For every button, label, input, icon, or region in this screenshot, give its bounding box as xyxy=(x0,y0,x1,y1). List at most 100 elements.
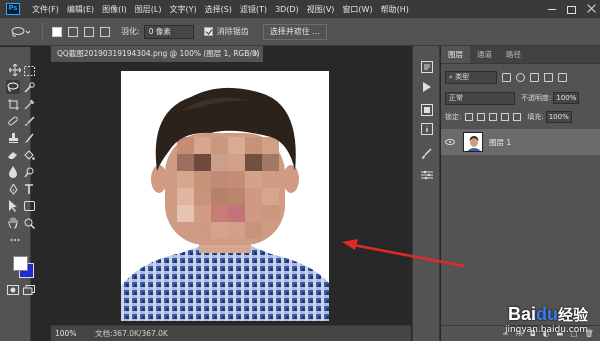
close-document-icon[interactable]: × xyxy=(253,46,259,62)
lock-image-pixels-icon[interactable] xyxy=(477,113,486,121)
tab-layers[interactable]: 图层 xyxy=(441,46,470,63)
tab-paths[interactable]: 路径 xyxy=(499,46,528,63)
eraser-tool-icon[interactable] xyxy=(6,148,20,162)
document-size-info[interactable]: 文档:367.0K/367.0K xyxy=(95,328,168,339)
divider xyxy=(42,22,43,41)
actions-panel-icon[interactable] xyxy=(420,80,434,94)
filter-pixel-icon[interactable] xyxy=(502,72,511,82)
pen-tool-icon[interactable] xyxy=(6,182,20,196)
brush-tool-icon[interactable] xyxy=(22,114,36,128)
quick-mask-icon[interactable] xyxy=(6,283,20,297)
visibility-eye-icon[interactable] xyxy=(445,139,455,145)
quick-selection-tool-icon[interactable] xyxy=(22,80,36,94)
foreground-color-swatch[interactable] xyxy=(13,256,28,271)
layer-kind-filter-select[interactable]: ⌕ 类型 xyxy=(445,70,497,84)
antialias-label: 消除锯齿 xyxy=(216,27,249,36)
lasso-tool-icon[interactable] xyxy=(6,80,20,94)
blur-tool-icon[interactable] xyxy=(6,165,20,179)
menu-type[interactable]: 文字(Y) xyxy=(165,4,200,15)
menu-layer[interactable]: 图层(L) xyxy=(131,4,166,15)
status-bar: 100% 文档:367.0K/367.0K xyxy=(51,325,411,341)
minimize-icon[interactable] xyxy=(547,4,557,14)
baidu-logo: Baidu经验 xyxy=(507,304,588,324)
healing-brush-tool-icon[interactable] xyxy=(6,114,20,128)
rectangle-tool-icon[interactable] xyxy=(22,199,36,213)
options-bar: 羽化: 0 像素 消除锯齿 选择并遮住 ... xyxy=(0,18,600,46)
lock-row: 锁定: 填充: 100% xyxy=(441,108,600,126)
subtract-from-selection-icon[interactable] xyxy=(84,26,94,37)
menu-select[interactable]: 选择(S) xyxy=(201,4,236,15)
layer-name[interactable]: 图层 1 xyxy=(489,137,511,148)
layer-thumbnail xyxy=(463,132,483,152)
document-image xyxy=(121,71,329,321)
new-selection-icon[interactable] xyxy=(52,26,62,37)
menu-image[interactable]: 图像(I) xyxy=(98,4,131,15)
move-tool-icon[interactable] xyxy=(8,63,22,77)
panel-tabs: 图层 通道 路径 xyxy=(441,46,600,64)
properties-panel-icon[interactable] xyxy=(420,103,434,117)
blend-row: 正常 不透明度: 100% xyxy=(441,89,600,107)
layer-filter-row: ⌕ 类型 xyxy=(441,68,600,86)
type-tool-icon[interactable] xyxy=(22,182,36,196)
eyedropper-tool-icon[interactable] xyxy=(22,97,36,111)
lasso-tool-preset-icon[interactable] xyxy=(6,22,36,42)
lock-position-icon[interactable] xyxy=(489,113,498,121)
opacity-input[interactable]: 100% xyxy=(553,92,580,104)
menu-filter[interactable]: 滤镜(T) xyxy=(236,4,271,15)
lock-transparent-pixels-icon[interactable] xyxy=(465,113,474,121)
blend-mode-select[interactable]: 正常 xyxy=(445,91,515,105)
menu-window[interactable]: 窗口(W) xyxy=(338,4,376,15)
antialias-checkbox[interactable] xyxy=(203,27,213,36)
annotation-arrow xyxy=(342,239,465,268)
fill-label: 填充: xyxy=(527,113,544,121)
clone-stamp-tool-icon[interactable] xyxy=(6,131,20,145)
history-panel-icon[interactable] xyxy=(420,60,434,74)
maximize-icon[interactable] xyxy=(567,5,576,14)
filter-shape-icon[interactable] xyxy=(544,72,553,82)
menu-edit[interactable]: 编辑(E) xyxy=(63,4,98,15)
feather-label: 羽化: xyxy=(121,27,140,36)
more-tools-icon[interactable] xyxy=(8,233,22,247)
screen-mode-icon[interactable] xyxy=(22,283,36,297)
crop-tool-icon[interactable] xyxy=(6,97,20,111)
brush-settings-panel-icon[interactable] xyxy=(420,147,434,161)
document-tab[interactable]: QQ截图20190319194304.png @ 100% (图层 1, RGB… xyxy=(51,46,263,62)
filter-smart-object-icon[interactable] xyxy=(558,72,567,82)
feather-input[interactable]: 0 像素 xyxy=(143,24,194,39)
history-brush-tool-icon[interactable] xyxy=(22,131,36,145)
close-icon[interactable] xyxy=(586,4,596,14)
menu-view[interactable]: 视图(V) xyxy=(303,4,339,15)
search-icon: ⌕ xyxy=(449,72,453,81)
select-and-mask-button[interactable]: 选择并遮住 ... xyxy=(262,23,327,40)
baidu-watermark: Baidu经验 jingyan.baidu.com xyxy=(505,304,588,335)
tab-channels[interactable]: 通道 xyxy=(470,46,499,63)
adjustments-panel-icon[interactable] xyxy=(420,168,434,182)
dodge-tool-icon[interactable] xyxy=(22,165,36,179)
opacity-label: 不透明度: xyxy=(521,94,552,102)
hand-tool-icon[interactable] xyxy=(6,216,20,230)
layer-item[interactable]: 图层 1 xyxy=(441,129,600,155)
lock-all-icon[interactable] xyxy=(513,113,522,121)
menu-bar: Ps 文件(F) 编辑(E) 图像(I) 图层(L) 文字(Y) 选择(S) 滤… xyxy=(0,0,600,18)
filter-type-icon[interactable] xyxy=(530,72,539,82)
filter-adjustment-icon[interactable] xyxy=(516,72,525,82)
zoom-level[interactable]: 100% xyxy=(51,327,81,341)
menu-file[interactable]: 文件(F) xyxy=(28,4,63,15)
photoshop-logo-icon: Ps xyxy=(6,3,20,15)
menu-help[interactable]: 帮助(H) xyxy=(377,4,413,15)
info-panel-icon[interactable] xyxy=(420,122,434,136)
tools-panel xyxy=(0,47,35,341)
zoom-tool-icon[interactable] xyxy=(22,216,36,230)
path-selection-tool-icon[interactable] xyxy=(6,199,20,213)
lock-artboard-icon[interactable] xyxy=(501,113,510,121)
layer-kind-label: 类型 xyxy=(455,72,470,81)
rect-marquee-tool-icon[interactable] xyxy=(22,64,36,78)
document-title: QQ截图20190319194304.png @ 100% (图层 1, RGB… xyxy=(57,49,260,58)
add-to-selection-icon[interactable] xyxy=(68,26,78,37)
paint-bucket-tool-icon[interactable] xyxy=(22,148,36,162)
intersect-selection-icon[interactable] xyxy=(100,26,110,37)
fill-input[interactable]: 100% xyxy=(545,111,572,123)
menu-3d[interactable]: 3D(D) xyxy=(271,5,303,14)
photoshop-window: Ps 文件(F) 编辑(E) 图像(I) 图层(L) 文字(Y) 选择(S) 滤… xyxy=(0,0,600,341)
layers-panel: 图层 通道 路径 ⌕ 类型 正常 不透明度: 100% 锁定: 填充: 100%… xyxy=(441,46,600,341)
